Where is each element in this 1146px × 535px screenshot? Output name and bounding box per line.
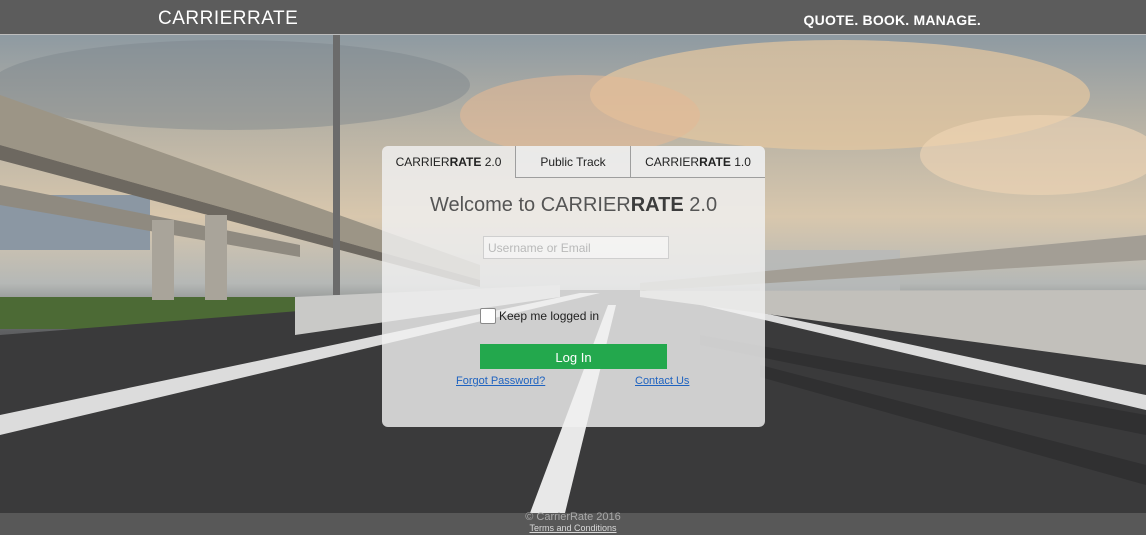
- footer: © CarrierRate 2016 Terms and Conditions: [0, 511, 1146, 535]
- tab-label-prefix: CARRIER: [645, 155, 700, 169]
- tab-label-suffix: 1.0: [730, 155, 751, 169]
- tab-carrierrate-1[interactable]: CARRIERRATE 1.0: [631, 146, 765, 178]
- tab-label-bold: RATE: [699, 155, 731, 169]
- welcome-prefix: Welcome to CARRIER: [429, 194, 631, 216]
- tab-label: Public Track: [540, 155, 606, 169]
- tab-carrierrate-2[interactable]: CARRIERRATE 2.0: [382, 146, 516, 178]
- username-input[interactable]: [483, 236, 669, 259]
- terms-link[interactable]: Terms and Conditions: [0, 523, 1146, 533]
- contact-us-link[interactable]: Contact Us: [635, 375, 689, 387]
- top-bar: CARRIERRATE QUOTE. BOOK. MANAGE.: [0, 0, 1146, 35]
- welcome-bold: RATE: [630, 194, 684, 216]
- welcome-suffix: 2.0: [683, 194, 718, 216]
- tab-public-track[interactable]: Public Track: [516, 146, 631, 178]
- login-panel: CARRIERRATE 2.0 Public Track CARRIERRATE…: [382, 146, 765, 427]
- keep-logged-in-label[interactable]: Keep me logged in: [499, 309, 599, 323]
- keep-logged-in-checkbox[interactable]: [480, 308, 496, 324]
- tab-label-bold: RATE: [449, 155, 482, 169]
- tab-label-prefix: CARRIER: [395, 155, 450, 169]
- copyright-text: © CarrierRate 2016: [525, 511, 621, 523]
- login-tabs: CARRIERRATE 2.0 Public Track CARRIERRATE…: [382, 146, 765, 178]
- welcome-heading: Welcome to CARRIERRATE 2.0: [382, 194, 765, 217]
- tagline: QUOTE. BOOK. MANAGE.: [803, 12, 981, 28]
- forgot-password-link[interactable]: Forgot Password?: [456, 375, 545, 387]
- tab-label-suffix: 2.0: [481, 155, 502, 169]
- brand-logo[interactable]: CARRIERRATE: [158, 8, 298, 30]
- login-button[interactable]: Log In: [480, 344, 667, 369]
